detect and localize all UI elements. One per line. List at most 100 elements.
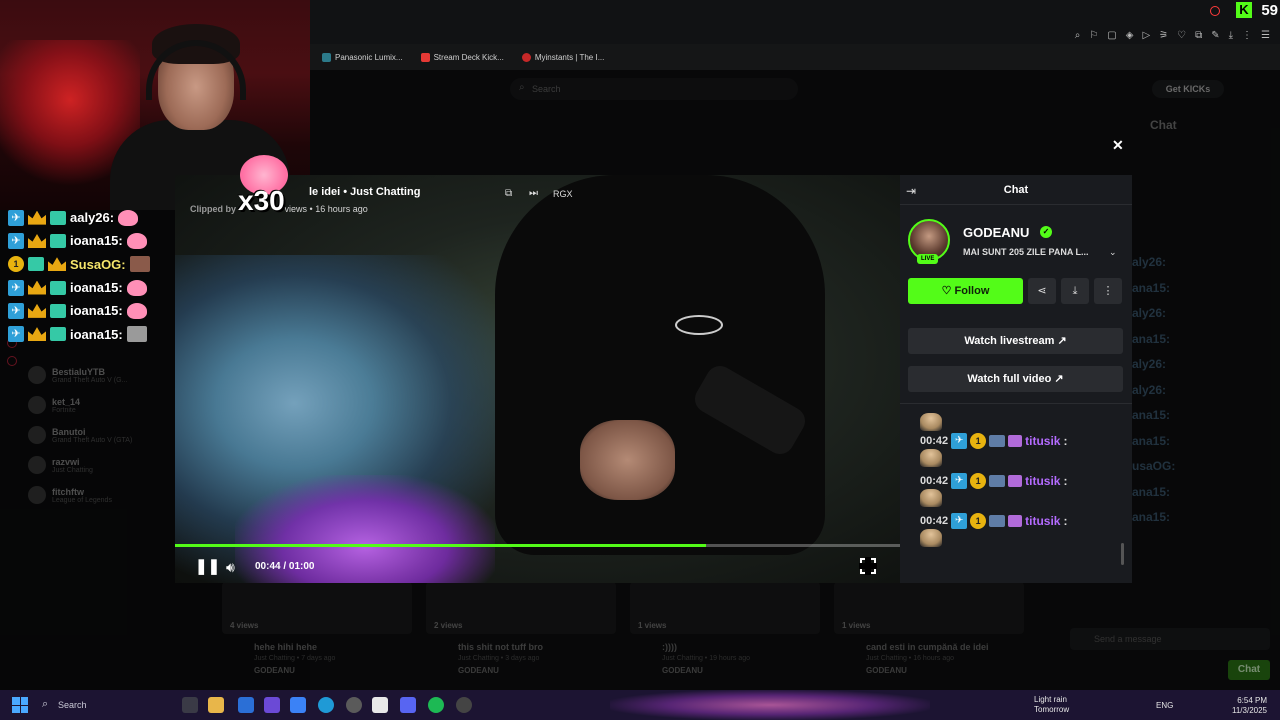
heart-icon[interactable]: ♡ [1177, 30, 1186, 41]
message-username[interactable]: titusik [1025, 434, 1060, 448]
watch-livestream-label: Watch livestream [964, 335, 1055, 347]
download-button[interactable]: ⤓ [1061, 278, 1089, 304]
discord-icon[interactable] [400, 697, 416, 713]
overlay-chat-row: ✈ ioana15: [8, 276, 178, 299]
message-time: 00:42 [920, 515, 949, 527]
mail-icon[interactable] [290, 697, 306, 713]
overlay-chat-name: aaly26: [70, 210, 115, 226]
seek-bar-progress [175, 544, 707, 547]
edit-icon[interactable]: ✎ [1211, 30, 1219, 41]
edge-icon[interactable] [318, 697, 334, 713]
badge-icon [50, 303, 66, 318]
pip-icon[interactable]: ⧉ [505, 188, 517, 200]
next-icon[interactable]: ⏭ [529, 188, 541, 200]
shield-icon[interactable]: ◈ [1126, 30, 1134, 41]
crown-icon [48, 257, 66, 272]
settings-icon[interactable]: ⋮ [1242, 30, 1252, 41]
taskbar-search[interactable]: Search [38, 696, 178, 714]
badge-icon: ✈ [8, 326, 24, 343]
kirby-emote-icon [126, 279, 147, 296]
share-icon: ⋖ [1037, 285, 1047, 297]
windows-start-icon[interactable] [12, 697, 28, 713]
clock-time: 6:54 PM [1237, 696, 1267, 705]
overlay-chat-row: ✈ aaly26: [8, 206, 178, 229]
taskbar-weather[interactable]: Light rain Tomorrow [1034, 695, 1069, 715]
chat-title: Chat [1003, 184, 1029, 196]
time-display: 00:44 / 01:00 [255, 561, 315, 572]
download-icon: ⤓ [1072, 285, 1078, 297]
overlay-chat-row: ✈ ioana15: [8, 322, 178, 345]
badge-icon [1008, 475, 1023, 487]
video-player[interactable] [175, 175, 900, 583]
colon: : [1063, 434, 1068, 448]
watch-livestream-button[interactable]: Watch livestream ↗ [908, 328, 1123, 354]
sub-badge-icon: 1 [970, 513, 987, 529]
external-link-icon: ↗ [1057, 335, 1067, 347]
badge-icon [1008, 515, 1023, 527]
task-view-icon[interactable] [182, 697, 198, 713]
app-icon[interactable] [264, 697, 280, 713]
file-explorer-icon[interactable] [208, 697, 224, 713]
heart-icon: ♡ [941, 285, 955, 297]
overlay-chat-name: ioana15: [70, 303, 123, 319]
overlay-chat-name: SusaOG: [70, 256, 126, 272]
chat-panel: ⇥ Chat LIVE GODEANU ✓ MAI SUNT 205 ZILE … [900, 175, 1132, 583]
message-username[interactable]: titusik [1025, 474, 1060, 488]
pause-icon[interactable]: ❚❚ [195, 558, 220, 576]
menu-icon[interactable]: ☰ [1261, 30, 1270, 41]
stream-overlay-chat: ✈ aaly26: ✈ ioana15: 1 SusaOG: ✈ ioana15: ✈ i… [8, 206, 178, 346]
badge-icon [50, 280, 66, 295]
chevron-down-icon[interactable]: ⌄ [1109, 247, 1117, 258]
app-icon[interactable] [346, 697, 362, 713]
channel-name[interactable]: GODEANU [963, 225, 1029, 240]
message-time: 00:42 [920, 435, 949, 447]
tab-icon[interactable]: ▢ [1107, 30, 1116, 41]
clock-date: 11/3/2025 [1232, 706, 1267, 715]
player-top-controls: ⧉ ⏭ RGX [505, 188, 573, 200]
spotify-icon[interactable] [428, 697, 444, 713]
quality-label[interactable]: RGX [553, 189, 573, 199]
stream-title: MAI SUNT 205 ZILE PANA L... [963, 247, 1089, 257]
bookmark-item[interactable]: Panasonic Lumix... [322, 52, 403, 62]
clip-header-title: le idei • Just Chatting [309, 186, 421, 198]
zoom-icon[interactable]: ⌕ [1075, 30, 1081, 41]
download-icon[interactable]: ⤓ [1229, 30, 1233, 41]
badge-icon: ✈ [8, 279, 24, 296]
taskbar-language[interactable]: ENG [1156, 701, 1173, 710]
chat-message: 00:42 ✈ 1 titusik: [920, 513, 1120, 547]
translate-icon[interactable]: ⚞ [1159, 30, 1168, 41]
fullscreen-icon[interactable] [859, 557, 877, 575]
bookmark-icon[interactable]: ⚐ [1089, 30, 1098, 41]
overlay-chat-row: ✈ ioana15: [8, 229, 178, 252]
volume-icon[interactable]: 🔊︎ [226, 558, 244, 576]
message-username[interactable]: titusik [1025, 514, 1060, 528]
kick-logo-icon: K [1236, 2, 1252, 18]
close-icon[interactable]: ✕ [1112, 137, 1124, 154]
emote-combo-count: x30 [238, 185, 285, 216]
extensions-icon[interactable]: ⧉ [1195, 30, 1202, 41]
more-options-button[interactable]: ⋮ [1094, 278, 1122, 304]
kirby-emote-icon [126, 232, 147, 249]
store-icon[interactable] [372, 697, 388, 713]
chat-scrollbar[interactable] [1121, 543, 1124, 565]
taskbar-clock[interactable]: 6:54 PM 11/3/2025 [1232, 696, 1267, 716]
verified-icon: ✓ [1040, 226, 1052, 238]
record-icon[interactable] [1210, 6, 1220, 16]
crown-icon [28, 303, 46, 318]
app-icon[interactable] [238, 697, 254, 713]
bookmark-item[interactable]: Myinstants | The I... [521, 52, 604, 62]
watch-full-video-button[interactable]: Watch full video ↗ [908, 366, 1123, 392]
share-button[interactable]: ⋖ [1028, 278, 1056, 304]
external-link-icon: ↗ [1054, 373, 1064, 385]
steam-icon[interactable] [456, 697, 472, 713]
bookmark-item[interactable]: Stream Deck Kick... [420, 52, 504, 62]
emote-icon [920, 449, 942, 467]
badge-icon: ✈ [951, 513, 968, 529]
chat-message: 00:42 ✈ 1 titusik: [920, 433, 1120, 467]
follow-label: Follow [954, 285, 990, 297]
overlay-chat-row: 1 SusaOG: [8, 253, 178, 276]
seek-bar[interactable] [175, 544, 900, 547]
play-icon[interactable]: ▷ [1142, 30, 1150, 41]
crown-icon [28, 280, 46, 295]
follow-button[interactable]: ♡ Follow [908, 278, 1023, 304]
